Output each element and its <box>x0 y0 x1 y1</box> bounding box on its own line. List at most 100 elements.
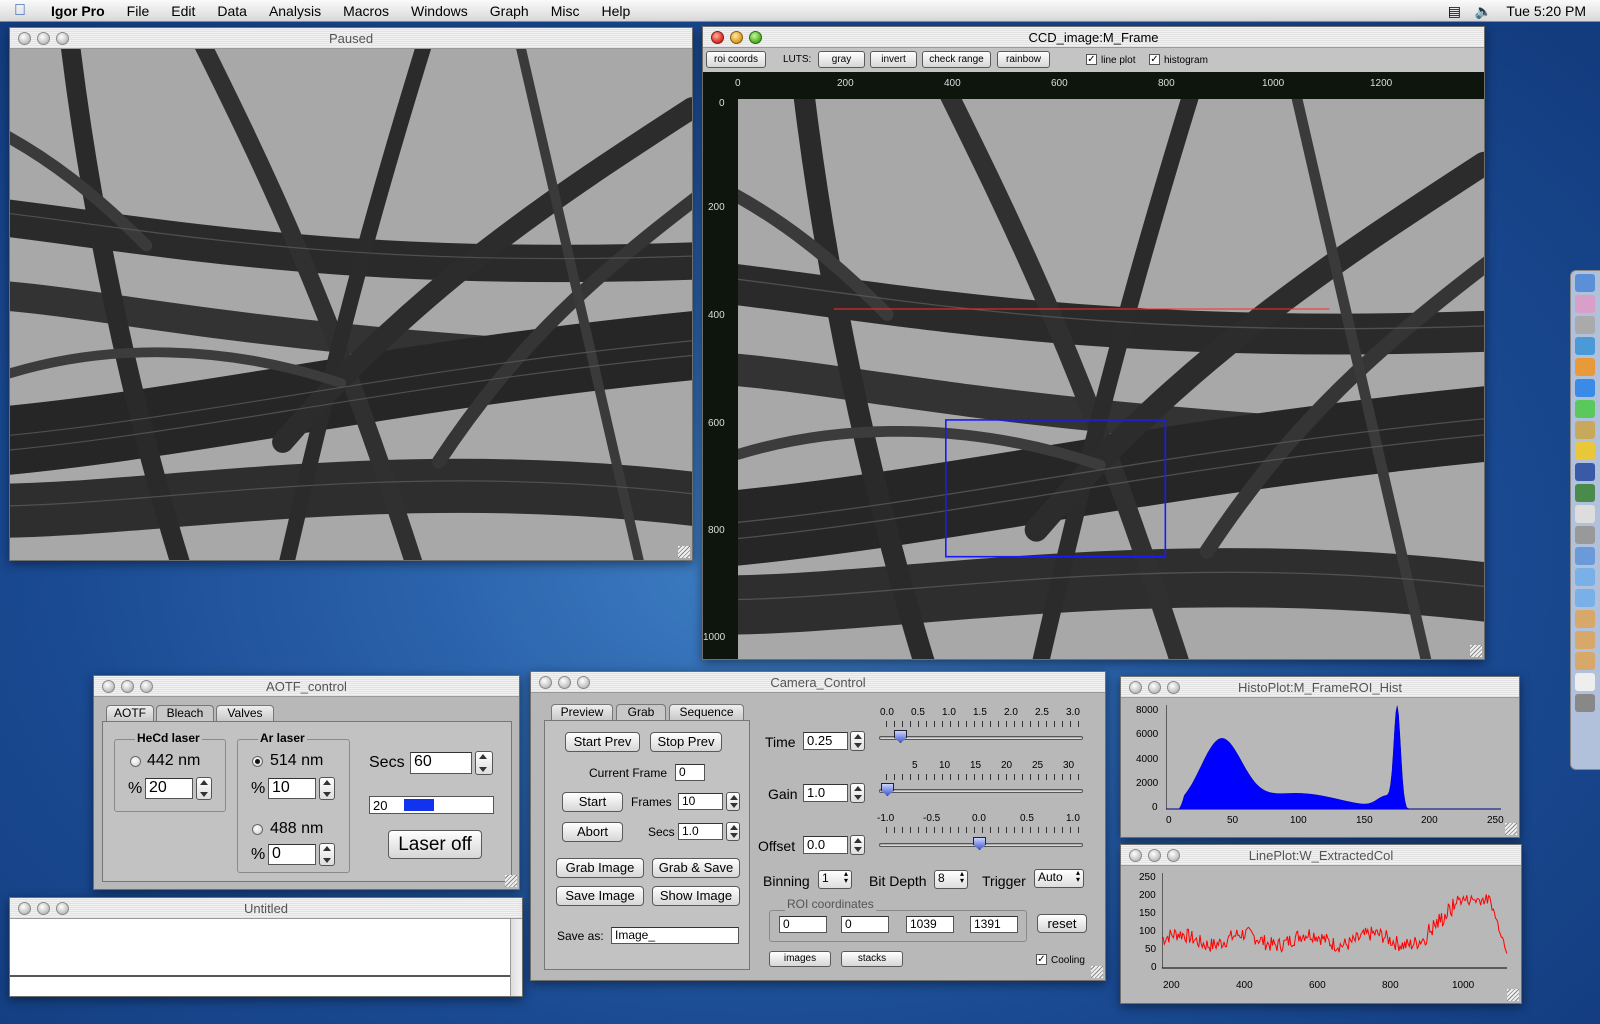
menubar-clock[interactable]: Tue 5:20 PM <box>1506 3 1586 19</box>
close-icon[interactable] <box>18 32 31 45</box>
gain-stepper[interactable] <box>850 783 865 803</box>
apple-menu-icon[interactable]:  <box>0 2 40 20</box>
calculator-icon[interactable] <box>1575 316 1595 334</box>
menu-graph[interactable]: Graph <box>479 3 540 19</box>
invert-button[interactable]: invert <box>870 51 917 68</box>
minimize-icon[interactable] <box>1148 849 1161 862</box>
paused-titlebar[interactable]: Paused <box>10 28 692 49</box>
abort-button[interactable]: Abort <box>562 822 623 842</box>
resize-handle[interactable] <box>1507 989 1519 1001</box>
photo-icon[interactable] <box>1575 526 1595 544</box>
time-slider-track[interactable] <box>879 736 1083 740</box>
volume-icon[interactable]: 🔈 <box>1475 3 1492 20</box>
tab-aotf[interactable]: AOTF <box>106 705 154 721</box>
radio-442[interactable] <box>130 756 141 767</box>
pct-442-input[interactable]: 20 <box>145 778 193 799</box>
untitled-text-area[interactable] <box>10 919 510 975</box>
zoom-icon[interactable] <box>1167 681 1180 694</box>
minimize-icon[interactable] <box>730 31 743 44</box>
grab-image-button[interactable]: Grab Image <box>556 858 644 878</box>
zoom-icon[interactable] <box>140 680 153 693</box>
bitdepth-popup[interactable]: 8 <box>934 870 968 889</box>
line-plot-checkbox[interactable]: ✓ <box>1086 54 1097 65</box>
app-icon[interactable] <box>1575 463 1595 481</box>
cooling-checkbox[interactable]: ✓ <box>1036 954 1047 965</box>
minimize-icon[interactable] <box>37 32 50 45</box>
resize-handle[interactable] <box>505 875 517 887</box>
zoom-icon[interactable] <box>1167 849 1180 862</box>
radio-514[interactable] <box>252 756 263 767</box>
close-icon[interactable] <box>1129 681 1142 694</box>
minimize-icon[interactable] <box>1148 681 1161 694</box>
minimize-icon[interactable] <box>37 902 50 915</box>
line-plot[interactable] <box>1162 873 1512 973</box>
igor-icon[interactable] <box>1575 442 1595 460</box>
rainbow-button[interactable]: rainbow <box>997 51 1050 68</box>
aotf-titlebar[interactable]: AOTF_control <box>94 676 519 697</box>
time-slider-thumb[interactable] <box>894 730 907 743</box>
ccd-image[interactable] <box>738 99 1484 659</box>
offset-slider-thumb[interactable] <box>973 837 986 850</box>
close-icon[interactable] <box>1129 849 1142 862</box>
folder-icon[interactable] <box>1575 652 1595 670</box>
itunes-icon[interactable] <box>1575 379 1595 397</box>
roi-top-input[interactable]: 0 <box>841 916 889 933</box>
close-icon[interactable] <box>711 31 724 44</box>
folder-icon[interactable] <box>1575 610 1595 628</box>
ichat-icon[interactable] <box>1575 358 1595 376</box>
stacks-button[interactable]: stacks <box>841 951 903 967</box>
resize-handle[interactable] <box>1505 823 1517 835</box>
document-icon[interactable] <box>1575 673 1595 691</box>
menu-analysis[interactable]: Analysis <box>258 3 332 19</box>
resize-handle[interactable] <box>1091 966 1103 978</box>
camera-titlebar[interactable]: Camera_Control <box>531 672 1105 693</box>
minimize-icon[interactable] <box>121 680 134 693</box>
safari-icon[interactable] <box>1575 337 1595 355</box>
zoom-icon[interactable] <box>749 31 762 44</box>
applications-folder-icon[interactable] <box>1575 547 1595 565</box>
menu-windows[interactable]: Windows <box>400 3 479 19</box>
menu-file[interactable]: File <box>116 3 161 19</box>
secs-input[interactable]: 60 <box>410 752 472 774</box>
lineplot-titlebar[interactable]: LinePlot:W_ExtractedCol <box>1121 845 1521 866</box>
gain-input[interactable]: 1.0 <box>803 784 848 802</box>
start-button[interactable]: Start <box>562 792 623 812</box>
frames-stepper[interactable] <box>726 792 740 811</box>
radio-488[interactable] <box>252 824 263 835</box>
pct-488-stepper[interactable] <box>319 843 335 866</box>
untitled-command-line[interactable] <box>10 975 510 996</box>
menu-help[interactable]: Help <box>590 3 641 19</box>
close-icon[interactable] <box>102 680 115 693</box>
menu-edit[interactable]: Edit <box>160 3 206 19</box>
roi-left-input[interactable]: 0 <box>779 916 827 933</box>
finder-icon[interactable] <box>1575 274 1595 292</box>
minimize-icon[interactable] <box>558 676 571 689</box>
histogram-plot[interactable] <box>1166 705 1506 813</box>
offset-input[interactable]: 0.0 <box>803 836 848 854</box>
images-button[interactable]: images <box>769 951 831 967</box>
resize-handle[interactable] <box>678 546 690 558</box>
binning-popup[interactable]: 1 <box>818 870 852 889</box>
documents-folder-icon[interactable] <box>1575 568 1595 586</box>
mail-icon[interactable] <box>1575 295 1595 313</box>
zoom-icon[interactable] <box>56 32 69 45</box>
histoplot-titlebar[interactable]: HistoPlot:M_FrameROI_Hist <box>1121 677 1519 698</box>
menu-data[interactable]: Data <box>206 3 258 19</box>
zoom-icon[interactable] <box>577 676 590 689</box>
save-image-button[interactable]: Save Image <box>556 886 644 906</box>
laser-off-button[interactable]: Laser off <box>388 830 482 859</box>
textedit-icon[interactable] <box>1575 505 1595 523</box>
folder-icon[interactable] <box>1575 631 1595 649</box>
menu-app[interactable]: Igor Pro <box>40 3 116 19</box>
frames-input[interactable]: 10 <box>678 793 723 810</box>
check-range-button[interactable]: check range <box>922 51 991 68</box>
iphoto-icon[interactable] <box>1575 400 1595 418</box>
show-image-button[interactable]: Show Image <box>652 886 740 906</box>
roi-right-input[interactable]: 1039 <box>906 916 954 933</box>
resize-handle[interactable] <box>1470 645 1482 657</box>
ccd-titlebar[interactable]: CCD_image:M_Frame <box>703 27 1484 48</box>
roi-coords-button[interactable]: roi coords <box>706 51 766 68</box>
tab-preview[interactable]: Preview <box>551 704 613 720</box>
save-as-input[interactable]: Image_ <box>611 927 739 944</box>
tab-grab[interactable]: Grab <box>616 704 666 720</box>
